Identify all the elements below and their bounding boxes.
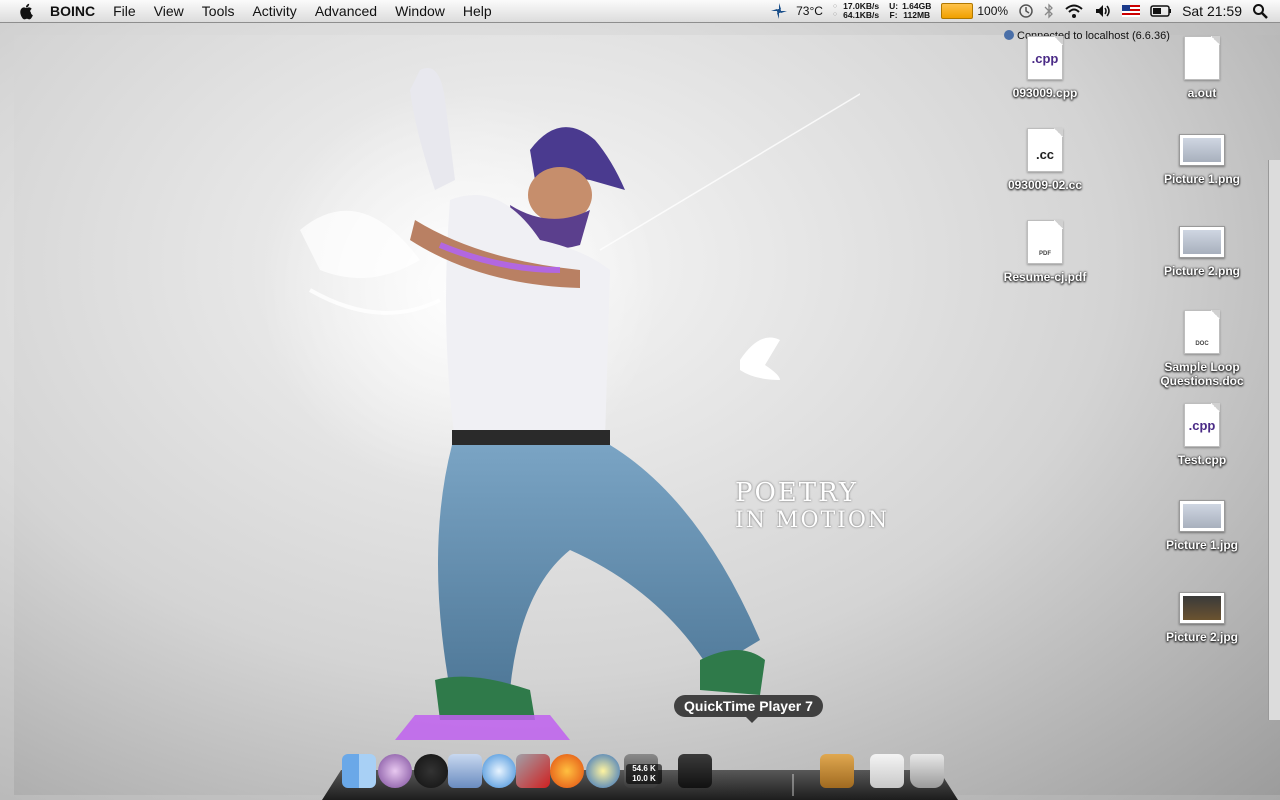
menu-file[interactable]: File: [104, 0, 145, 22]
dock-tooltip: QuickTime Player 7: [674, 695, 823, 723]
net-meter-top: 54.6 K: [632, 764, 656, 773]
battery-icon[interactable]: [1150, 5, 1172, 17]
desktop-icon-label: Resume-cj.pdf: [1003, 270, 1087, 284]
executable-file-icon: [1184, 36, 1220, 80]
desktop-icon[interactable]: .cc 093009-02.cc: [985, 128, 1105, 192]
menu-help[interactable]: Help: [454, 0, 501, 22]
memory-status[interactable]: 1.64GB 112MB: [902, 2, 931, 20]
desktop-icon-label: Picture 1.png: [1163, 172, 1240, 186]
jpg-thumbnail-icon: [1179, 500, 1225, 532]
wallpaper-text-line1: POETRY: [735, 478, 859, 508]
desktop-icon[interactable]: Picture 2.jpg: [1142, 586, 1262, 644]
file-ext: PDF: [1039, 251, 1051, 257]
desktop-icon-label: Picture 2.png: [1163, 264, 1240, 278]
desktop-icon[interactable]: PDF Resume-cj.pdf: [985, 220, 1105, 284]
menu-bar: BOINC File View Tools Activity Advanced …: [0, 0, 1280, 23]
boinc-icon[interactable]: [586, 754, 620, 788]
dock-net-meter: 54.6 K 10.0 K: [626, 764, 662, 784]
itunes-icon[interactable]: [482, 754, 516, 788]
menu-advanced[interactable]: Advanced: [306, 0, 386, 22]
cpp-file-icon: .cpp: [1184, 403, 1220, 447]
desktop-icon-label: a.out: [1187, 86, 1217, 100]
desktop-icon-label: Sample Loop Questions.doc: [1160, 360, 1244, 388]
png-thumbnail-icon: [1179, 226, 1225, 258]
temperature-status[interactable]: 73°C: [770, 2, 823, 20]
mem-free-label: F:: [889, 10, 898, 20]
desktop-icon[interactable]: DOC Sample Loop Questions.doc: [1142, 310, 1262, 388]
finder-icon[interactable]: [342, 754, 376, 788]
menu-extras: 73°C ○ ○ 17.0KB/s 64.1KB/s U: F: 1.64GB 1…: [770, 0, 1280, 22]
quicktime-icon[interactable]: [678, 754, 712, 788]
parallels-icon[interactable]: [516, 754, 550, 788]
clock[interactable]: Sat 21:59: [1182, 3, 1242, 19]
network-status[interactable]: 17.0KB/s 64.1KB/s: [843, 2, 879, 20]
temperature-value: 73°C: [796, 4, 823, 18]
desktop-icon-label: Test.cpp: [1177, 453, 1227, 467]
memory-labels: U: F:: [889, 2, 898, 20]
battery-meter[interactable]: 100%: [941, 3, 1008, 19]
desktop-icon-label: 093009.cpp: [1012, 86, 1078, 100]
desktop-icon[interactable]: Picture 1.jpg: [1142, 494, 1262, 552]
net-down-value: 64.1KB/s: [843, 10, 880, 20]
net-meter-bottom: 10.0 K: [632, 774, 656, 783]
adium-icon[interactable]: [414, 754, 448, 788]
menu-activity[interactable]: Activity: [243, 0, 305, 22]
apple-menu-icon[interactable]: [18, 2, 36, 20]
cc-file-icon: .cc: [1027, 128, 1063, 172]
volume-icon[interactable]: [1094, 3, 1112, 19]
wifi-icon[interactable]: [1064, 3, 1084, 19]
battery-percent: 100%: [977, 4, 1009, 18]
desktop-icon[interactable]: Picture 2.png: [1142, 220, 1262, 278]
file-ext: .cpp: [1188, 418, 1216, 433]
file-ext: DOC: [1195, 341, 1209, 347]
dancer-wallpaper-art: [260, 68, 860, 740]
spotlight-icon[interactable]: [1252, 3, 1268, 19]
desktop-icon[interactable]: Picture 1.png: [1142, 128, 1262, 186]
us-flag-icon[interactable]: [1122, 5, 1141, 17]
desktop-icon[interactable]: a.out: [1142, 36, 1262, 100]
doc-file-icon: DOC: [1184, 310, 1220, 354]
desktop-icon[interactable]: .cpp 093009.cpp: [985, 36, 1105, 100]
mem-free-value: 112MB: [903, 10, 931, 20]
cpp-file-icon: .cpp: [1027, 36, 1063, 80]
dock-separator: [792, 774, 794, 796]
gyroscope-icon[interactable]: [378, 754, 412, 788]
jpg-thumbnail-icon: [1179, 592, 1225, 624]
pdf-file-icon: PDF: [1027, 220, 1063, 264]
time-machine-icon[interactable]: [1018, 3, 1034, 19]
bluetooth-icon[interactable]: [1044, 3, 1054, 19]
mail-icon[interactable]: [448, 754, 482, 788]
desktop-icon-label: Picture 1.jpg: [1165, 538, 1239, 552]
menu-view[interactable]: View: [145, 0, 193, 22]
address-book-icon[interactable]: [820, 754, 854, 788]
file-ext: .cpp: [1031, 51, 1059, 66]
wallpaper-text: POETRY IN MOTION: [735, 480, 889, 534]
desktop-icon-label: Picture 2.jpg: [1165, 630, 1239, 644]
menu-window[interactable]: Window: [386, 0, 454, 22]
file-ext: .cc: [1035, 147, 1055, 162]
png-thumbnail-icon: [1179, 134, 1225, 166]
home-folder-icon[interactable]: [870, 754, 904, 788]
app-menu-boinc[interactable]: BOINC: [46, 0, 104, 22]
desktop-icon-label: 093009-02.cc: [1007, 178, 1083, 192]
trash-icon[interactable]: [910, 754, 944, 788]
menu-tools[interactable]: Tools: [193, 0, 244, 22]
wallpaper-text-line2: IN MOTION: [735, 508, 890, 533]
fan-icon: [771, 3, 788, 19]
partial-window-right: [1268, 160, 1280, 720]
firefox-icon[interactable]: [550, 754, 584, 788]
activity-dots: ○ ○: [832, 3, 838, 18]
battery-bar-icon: [941, 3, 974, 19]
desktop-icon[interactable]: .cpp Test.cpp: [1142, 403, 1262, 467]
